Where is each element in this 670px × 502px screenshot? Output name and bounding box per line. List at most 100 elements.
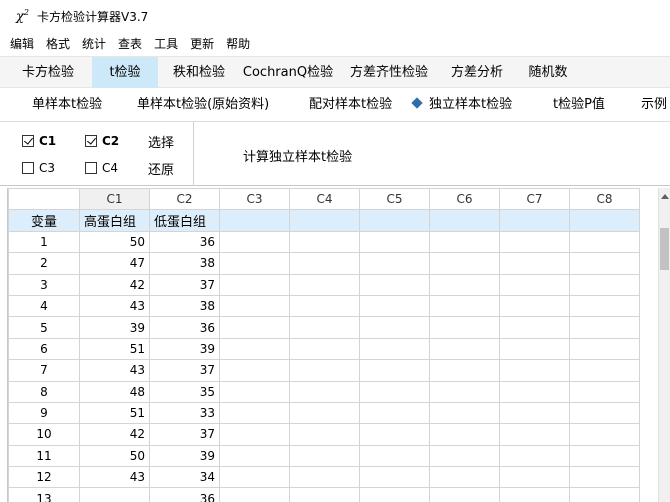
variable-name-cell[interactable] xyxy=(359,209,430,232)
row-header[interactable]: 变量 xyxy=(8,209,80,232)
data-cell[interactable] xyxy=(359,423,430,446)
subtab-p-value[interactable]: t检验P值 xyxy=(553,89,605,121)
data-cell[interactable]: 43 xyxy=(79,359,150,382)
column-header[interactable]: C2 xyxy=(149,188,220,211)
data-cell[interactable]: 50 xyxy=(79,444,150,468)
column-header[interactable]: C3 xyxy=(219,188,290,211)
tab-variance-homogeneity[interactable]: 方差齐性检验 xyxy=(340,57,438,88)
data-cell[interactable]: 36 xyxy=(149,316,220,339)
tab-t-test[interactable]: t检验 xyxy=(92,57,158,88)
data-cell[interactable]: 39 xyxy=(79,316,150,339)
tab-anova[interactable]: 方差分析 xyxy=(442,57,512,88)
data-cell[interactable] xyxy=(219,444,290,468)
data-cell[interactable] xyxy=(569,230,640,254)
data-cell[interactable] xyxy=(499,337,570,361)
data-cell[interactable] xyxy=(289,444,360,468)
tab-random[interactable]: 随机数 xyxy=(516,57,580,88)
data-cell[interactable] xyxy=(219,337,290,361)
row-header[interactable]: 11 xyxy=(8,444,80,468)
data-cell[interactable] xyxy=(499,230,570,254)
data-cell[interactable]: 51 xyxy=(79,401,150,425)
data-cell[interactable]: 47 xyxy=(79,252,150,275)
row-header[interactable]: 12 xyxy=(8,466,80,489)
data-cell[interactable] xyxy=(499,466,570,489)
data-cell[interactable] xyxy=(429,252,500,275)
data-cell[interactable] xyxy=(289,401,360,425)
data-cell[interactable] xyxy=(429,444,500,468)
data-cell[interactable] xyxy=(289,487,360,502)
data-cell[interactable] xyxy=(569,444,640,468)
data-cell[interactable] xyxy=(569,380,640,403)
data-cell[interactable] xyxy=(289,359,360,382)
data-cell[interactable] xyxy=(499,316,570,339)
data-cell[interactable] xyxy=(289,316,360,339)
data-cell[interactable] xyxy=(499,273,570,296)
data-cell[interactable] xyxy=(219,466,290,489)
variable-name-cell[interactable] xyxy=(289,209,360,232)
data-cell[interactable] xyxy=(289,337,360,361)
data-cell[interactable] xyxy=(569,487,640,502)
data-cell[interactable] xyxy=(79,487,150,502)
variable-name-cell[interactable] xyxy=(499,209,570,232)
data-cell[interactable]: 36 xyxy=(149,230,220,254)
row-header[interactable]: 2 xyxy=(8,252,80,275)
data-cell[interactable]: 39 xyxy=(149,337,220,361)
data-cell[interactable] xyxy=(289,380,360,403)
subtab-independent[interactable]: 独立样本t检验 xyxy=(411,89,512,121)
data-cell[interactable] xyxy=(569,273,640,296)
menu-format[interactable]: 格式 xyxy=(46,35,70,52)
row-header[interactable]: 6 xyxy=(8,337,80,361)
column-header[interactable]: C8 xyxy=(569,188,640,211)
restore-button[interactable]: 还原 xyxy=(148,159,174,178)
row-header[interactable]: 1 xyxy=(8,230,80,254)
data-cell[interactable]: 38 xyxy=(149,252,220,275)
column-header[interactable]: C4 xyxy=(289,188,360,211)
data-cell[interactable]: 43 xyxy=(79,294,150,318)
data-cell[interactable] xyxy=(429,466,500,489)
row-header[interactable]: 10 xyxy=(8,423,80,446)
checkbox-c1[interactable]: C1 xyxy=(22,134,56,148)
data-cell[interactable] xyxy=(359,444,430,468)
checkbox-c2[interactable]: C2 xyxy=(85,134,119,148)
menu-edit[interactable]: 编辑 xyxy=(10,35,34,52)
data-cell[interactable] xyxy=(499,252,570,275)
data-cell[interactable] xyxy=(429,273,500,296)
data-cell[interactable] xyxy=(219,273,290,296)
data-cell[interactable]: 33 xyxy=(149,401,220,425)
menu-help[interactable]: 帮助 xyxy=(226,35,250,52)
data-cell[interactable] xyxy=(429,423,500,446)
data-cell[interactable]: 36 xyxy=(149,487,220,502)
variable-name-cell[interactable] xyxy=(429,209,500,232)
data-cell[interactable] xyxy=(359,380,430,403)
column-header[interactable]: C6 xyxy=(429,188,500,211)
menu-statistics[interactable]: 统计 xyxy=(82,35,106,52)
data-cell[interactable] xyxy=(569,401,640,425)
variable-name-cell[interactable]: 高蛋白组 xyxy=(79,209,150,232)
data-cell[interactable] xyxy=(219,252,290,275)
data-cell[interactable] xyxy=(359,273,430,296)
data-cell[interactable] xyxy=(219,401,290,425)
data-cell[interactable]: 37 xyxy=(149,423,220,446)
data-cell[interactable] xyxy=(289,252,360,275)
data-cell[interactable] xyxy=(499,423,570,446)
data-cell[interactable] xyxy=(499,401,570,425)
data-cell[interactable] xyxy=(289,294,360,318)
tab-cochran-q[interactable]: CochranQ检验 xyxy=(240,57,336,88)
data-cell[interactable] xyxy=(569,466,640,489)
data-cell[interactable] xyxy=(429,337,500,361)
data-cell[interactable] xyxy=(569,316,640,339)
data-cell[interactable]: 39 xyxy=(149,444,220,468)
subtab-paired[interactable]: 配对样本t检验 xyxy=(309,89,392,121)
data-cell[interactable] xyxy=(219,316,290,339)
column-header[interactable]: C5 xyxy=(359,188,430,211)
data-cell[interactable] xyxy=(289,466,360,489)
data-cell[interactable] xyxy=(569,359,640,382)
data-cell[interactable]: 34 xyxy=(149,466,220,489)
select-button[interactable]: 选择 xyxy=(148,132,174,151)
subtab-one-sample[interactable]: 单样本t检验 xyxy=(32,89,102,121)
data-cell[interactable] xyxy=(219,423,290,446)
data-cell[interactable] xyxy=(429,380,500,403)
data-cell[interactable] xyxy=(219,487,290,502)
row-header[interactable]: 4 xyxy=(8,294,80,318)
data-cell[interactable] xyxy=(359,401,430,425)
